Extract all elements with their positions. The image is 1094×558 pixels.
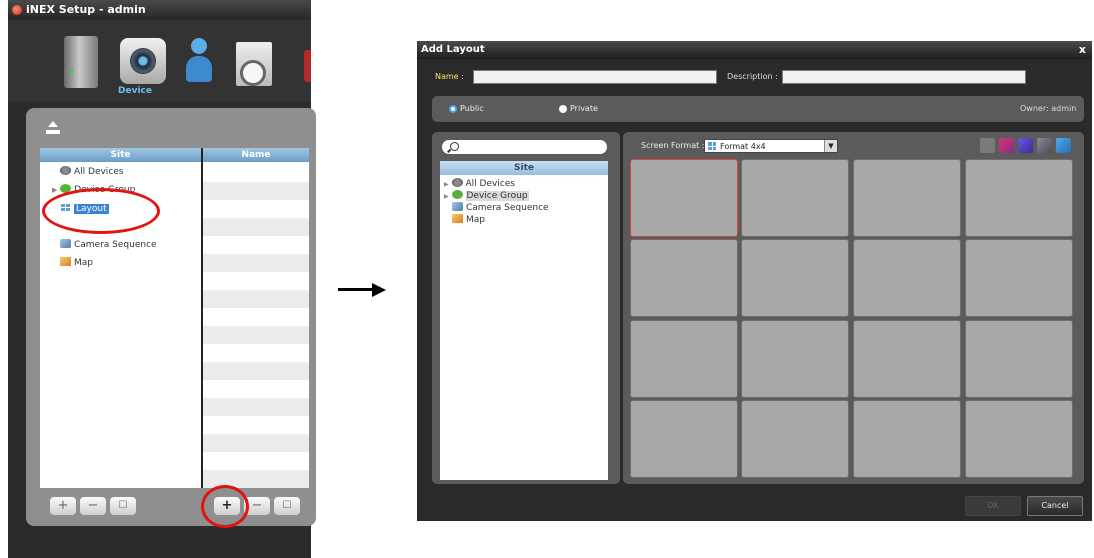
grid-cell[interactable] (630, 239, 738, 317)
expand-arrow-icon[interactable]: ▶ (52, 186, 57, 194)
grid-cell[interactable] (741, 400, 849, 478)
grid-cell[interactable] (965, 159, 1073, 237)
dialog-tree-item-map[interactable]: Map (452, 213, 485, 227)
format-grid-icon (707, 141, 717, 151)
grid-cell[interactable] (853, 400, 961, 478)
screen-format-label: Screen Format : (641, 141, 705, 150)
highlight-ring-layout (42, 188, 160, 234)
upload-icon[interactable] (46, 121, 60, 135)
expand-arrow-icon[interactable]: ▶ (444, 193, 449, 200)
description-label: Description : (727, 72, 778, 81)
tree-item-label: Map (466, 215, 485, 225)
site-search-input[interactable] (442, 140, 607, 154)
user-icon[interactable] (184, 36, 214, 88)
grid-cell[interactable] (853, 320, 961, 398)
map-icon (60, 257, 71, 266)
layout-edit-button[interactable]: ☐ (274, 497, 300, 515)
expand-arrow-icon[interactable]: ▶ (444, 181, 449, 188)
name-list: Name (203, 148, 309, 488)
ok-button[interactable]: OK (965, 496, 1021, 516)
tree-item-label: Camera Sequence (466, 203, 549, 213)
name-column-header: Name (203, 148, 309, 162)
list-row[interactable] (203, 290, 309, 308)
list-row[interactable] (203, 398, 309, 416)
arrow-icon (338, 288, 374, 291)
layout-preset-1-icon[interactable] (999, 138, 1014, 153)
tree-item-all-devices[interactable]: All Devices (60, 165, 124, 179)
tree-item-label: All Devices (465, 179, 516, 189)
dialog-site-tree: Site ▶ All Devices ▶ Device Group Camera… (440, 161, 608, 480)
screen-format-select[interactable]: Format 4x4 ▼ (704, 139, 838, 153)
grid-cell[interactable] (853, 159, 961, 237)
tree-item-label: Camera Sequence (74, 240, 157, 250)
partial-red-icon[interactable] (304, 50, 311, 82)
camera-icon[interactable] (120, 38, 166, 84)
layout-preset-2-icon[interactable] (1018, 138, 1033, 153)
list-row[interactable] (203, 218, 309, 236)
server-icon[interactable] (64, 36, 98, 88)
dialog-title: Add Layout (421, 44, 485, 55)
layout-preset-4-icon[interactable] (1056, 138, 1071, 153)
public-radio[interactable] (449, 105, 457, 113)
tree-item-label: All Devices (74, 167, 124, 177)
private-radio[interactable] (559, 105, 567, 113)
dialog-title-bar: Add Layout x (417, 41, 1092, 59)
tree-item-label: Device Group (465, 191, 529, 201)
tree-item-label: Map (74, 258, 93, 268)
highlight-ring-add (201, 485, 249, 528)
public-label: Public (460, 104, 484, 113)
name-input[interactable] (473, 70, 717, 84)
site-edit-button[interactable]: ☐ (110, 497, 136, 515)
grid-cell[interactable] (853, 239, 961, 317)
close-icon[interactable]: x (1079, 41, 1086, 59)
grid-cell[interactable] (965, 320, 1073, 398)
toolbar-label-device: Device (118, 86, 152, 96)
owner-label: Owner: admin (1020, 104, 1077, 113)
layout-preset-3-icon[interactable] (1037, 138, 1052, 153)
app-icon (12, 5, 22, 15)
grid-cell[interactable] (741, 239, 849, 317)
list-row[interactable] (203, 362, 309, 380)
arrow-head-icon (372, 283, 386, 297)
group-icon (451, 190, 463, 199)
description-input[interactable] (782, 70, 1026, 84)
devices-icon (451, 178, 463, 187)
private-label: Private (570, 104, 598, 113)
schedule-doc-icon[interactable] (236, 42, 272, 86)
camera-sequence-icon (60, 239, 71, 248)
cancel-button[interactable]: Cancel (1027, 496, 1083, 516)
map-icon (452, 214, 463, 223)
site-column-header: Site (40, 148, 201, 162)
grid-cell[interactable] (741, 320, 849, 398)
chevron-down-icon[interactable]: ▼ (824, 140, 837, 152)
setup-title-bar: iNEX Setup - admin (8, 0, 311, 20)
screen-format-value: Format 4x4 (720, 142, 766, 151)
grid-cell[interactable] (965, 239, 1073, 317)
grid-cell[interactable] (630, 400, 738, 478)
site-add-button[interactable]: + (50, 497, 76, 515)
tree-item-camera-sequence[interactable]: Camera Sequence (60, 238, 157, 252)
search-icon (450, 142, 459, 151)
add-layout-dialog: Add Layout x Name : Description : Public… (417, 41, 1092, 521)
tree-item-map[interactable]: Map (60, 256, 93, 270)
site-remove-button[interactable]: − (80, 497, 106, 515)
grid-cell[interactable] (741, 159, 849, 237)
grid-cell[interactable] (630, 320, 738, 398)
list-row[interactable] (203, 434, 309, 452)
list-row[interactable] (203, 326, 309, 344)
list-row[interactable] (203, 254, 309, 272)
grid-cell[interactable] (965, 400, 1073, 478)
list-row[interactable] (203, 182, 309, 200)
visibility-bar: Public Private Owner: admin (432, 96, 1084, 122)
clear-layout-icon[interactable] (980, 138, 995, 153)
setup-window-title: iNEX Setup - admin (26, 3, 146, 16)
name-label: Name : (435, 72, 464, 81)
dialog-site-header: Site (440, 161, 608, 175)
grid-cell[interactable] (630, 159, 738, 237)
camera-sequence-icon (452, 202, 463, 211)
devices-icon (60, 166, 71, 175)
